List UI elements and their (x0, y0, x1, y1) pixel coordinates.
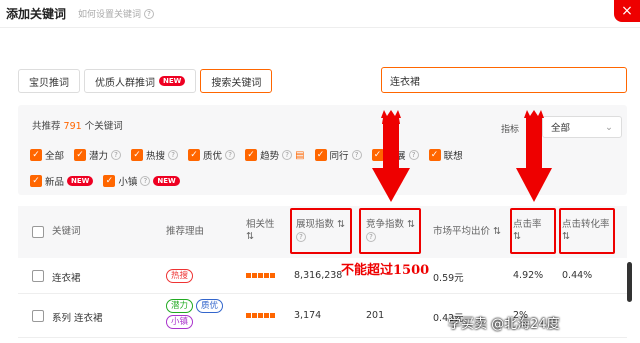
checkbox-checked-icon[interactable]: ✓ (74, 149, 87, 161)
vertical-scrollbar[interactable] (627, 262, 632, 302)
filter-label: 同行 (329, 151, 349, 162)
filter-town[interactable]: ✓ 小镇? NEW (103, 174, 180, 188)
column-header-reason: 推荐理由 (166, 226, 205, 237)
highlight-box-impressions (290, 208, 352, 254)
checkbox-checked-icon[interactable]: ✓ (245, 149, 258, 161)
row-keyword: 连衣裙 (52, 273, 81, 284)
filter-hot[interactable]: ✓ 热搜? (131, 148, 179, 162)
question-icon: ? (351, 150, 362, 160)
checkbox-checked-icon[interactable]: ✓ (314, 149, 327, 161)
row-cvr: 0.44% (562, 270, 593, 281)
metric-select[interactable]: 全部 ⌄ (542, 116, 622, 138)
annotation-text: 不能超过1500 (341, 263, 430, 278)
filter-label: 潜力 (89, 151, 109, 162)
help-link[interactable]: 如何设置关键词 ? (78, 7, 155, 20)
row-ctr: 4.92% (513, 270, 544, 281)
filter-potential[interactable]: ✓ 潜力? (74, 148, 122, 162)
filter-label: 新品 (45, 177, 65, 188)
row-avg-bid: 0.59元 (433, 273, 464, 284)
relevance-bars (246, 273, 275, 278)
checkbox-checked-icon[interactable]: ✓ (103, 175, 116, 187)
column-header-keyword: 关键词 (52, 226, 81, 237)
filter-quality[interactable]: ✓ 质优? (188, 148, 236, 162)
tag-potential: 潜力 (166, 299, 194, 313)
highlight-box-ctr (510, 208, 556, 254)
tab-label: 优质人群推词 (95, 77, 155, 89)
filter-all[interactable]: ✓ 全部 (30, 148, 64, 162)
filter-label: 全部 (45, 151, 65, 162)
select-all-checkbox[interactable] (32, 226, 44, 238)
tab-search-keywords[interactable]: 搜索关键词 (200, 69, 273, 93)
count-suffix: 个关键词 (84, 121, 123, 132)
checkbox-checked-icon[interactable]: ✓ (188, 149, 201, 161)
note-icon: ▤ (295, 149, 305, 161)
row-competition: 201 (366, 310, 385, 321)
tab-crowd-recommend[interactable]: 优质人群推词 NEW (84, 69, 197, 93)
sort-icon[interactable]: ⇅ (493, 226, 501, 237)
arrow-down-icon (516, 110, 552, 202)
filter-label: 联想 (443, 151, 463, 162)
filter-label: 热搜 (146, 151, 166, 162)
question-icon: ? (111, 150, 122, 160)
arrow-down-icon (372, 110, 410, 202)
search-input-value: 连衣裙 (390, 76, 420, 88)
close-icon[interactable]: × (614, 0, 640, 22)
filter-row-2: ✓ 新品 NEW ✓ 小镇? NEW (30, 174, 180, 188)
watermark: 学买卖 @北海24度 (448, 317, 560, 332)
dialog-title: 添加关键词 (6, 7, 67, 21)
help-link-text[interactable]: 如何设置关键词 (78, 7, 141, 20)
search-input[interactable]: 连衣裙 (381, 67, 627, 93)
tab-label: 搜索关键词 (211, 77, 262, 89)
keyword-count: 共推荐 791 个关键词 (32, 118, 123, 132)
row-impressions: 8,316,238 (294, 270, 343, 281)
new-badge: NEW (159, 76, 186, 86)
sort-icon[interactable]: ⇅ (246, 231, 254, 242)
column-header-label: 市场平均出价 (433, 226, 491, 237)
metric-select-value: 全部 (551, 123, 571, 134)
new-badge: NEW (67, 176, 94, 186)
row-checkbox[interactable] (32, 270, 44, 282)
row-checkbox[interactable] (32, 310, 44, 322)
tab-item-recommend[interactable]: 宝贝推词 (18, 69, 80, 93)
row-tags: 热搜 (166, 269, 194, 283)
row-tags: 潜力 质优 小镇 (166, 298, 236, 330)
tag-quality: 质优 (196, 299, 224, 313)
column-header-relevance[interactable]: 相关性 ⇅ (246, 219, 275, 243)
checkbox-checked-icon[interactable]: ✓ (30, 175, 42, 187)
column-header-avg-bid[interactable]: 市场平均出价 ⇅ (433, 226, 501, 238)
question-icon: ? (144, 8, 155, 19)
filter-trend[interactable]: ✓ 趋势? ▤ (245, 148, 305, 162)
question-icon: ? (282, 150, 293, 160)
column-header-label: 相关性 (246, 219, 275, 230)
row-impressions: 3,174 (294, 310, 322, 321)
relevance-bars (246, 313, 275, 318)
question-icon: ? (168, 150, 179, 160)
question-icon: ? (140, 176, 151, 186)
chevron-down-icon: ⌄ (605, 121, 613, 133)
checkbox-checked-icon[interactable]: ✓ (428, 149, 441, 161)
checkbox-checked-icon[interactable]: ✓ (131, 149, 144, 161)
question-icon: ? (225, 150, 236, 160)
filter-new-product[interactable]: ✓ 新品 NEW (30, 174, 94, 188)
tag-hot: 热搜 (166, 269, 194, 283)
tab-bar: 宝贝推词 优质人群推词 NEW 搜索关键词 (18, 69, 273, 93)
filter-label: 小镇 (118, 177, 138, 188)
dialog-header: 添加关键词 如何设置关键词 ? (0, 0, 640, 28)
filter-label: 趋势 (260, 151, 280, 162)
new-badge: NEW (153, 176, 180, 186)
row-keyword: 系列 连衣裙 (52, 313, 103, 324)
table-row[interactable]: 连衣裙 热搜 8,316,238 0.59元 4.92% 0.44% (18, 258, 627, 294)
filter-associate[interactable]: ✓ 联想 (428, 148, 463, 162)
tag-town: 小镇 (166, 315, 194, 329)
filter-peer[interactable]: ✓ 同行? (314, 148, 362, 162)
count-number: 791 (63, 121, 82, 132)
count-prefix: 共推荐 (32, 121, 61, 132)
checkbox-checked-icon[interactable]: ✓ (30, 149, 42, 161)
tab-label: 宝贝推词 (29, 77, 69, 89)
highlight-box-cvr (559, 208, 615, 254)
highlight-box-competition (359, 208, 421, 254)
filter-label: 质优 (203, 151, 223, 162)
